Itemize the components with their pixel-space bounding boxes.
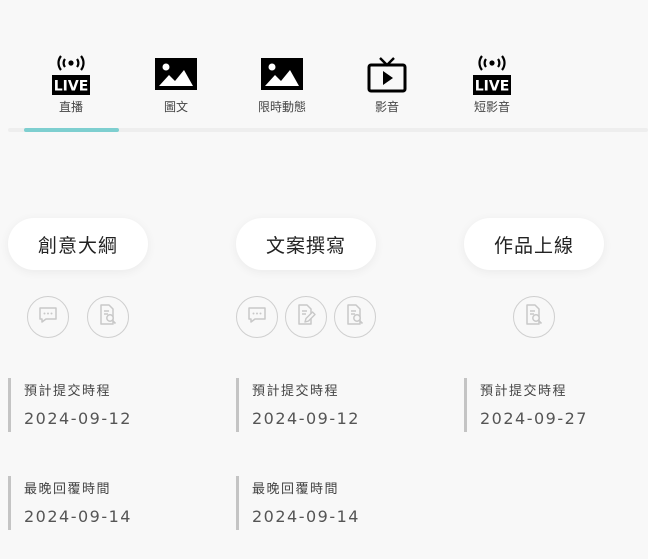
deadline-date: 2024-09-12 (252, 409, 360, 428)
deadline-info: 預計提交時程 2024-09-12 (236, 378, 419, 432)
deadline-info: 預計提交時程 2024-09-27 (464, 378, 647, 432)
review-document-button[interactable] (334, 296, 376, 338)
deadline-label: 預計提交時程 (252, 384, 340, 399)
reply-date: 2024-09-14 (24, 507, 132, 526)
document-edit-icon (296, 304, 316, 330)
reply-info: 最晚回覆時間 2024-09-14 (8, 476, 191, 530)
stage-actions (8, 296, 188, 338)
comment-button[interactable] (236, 296, 278, 338)
reply-info: 最晚回覆時間 2024-09-14 (236, 476, 419, 530)
review-document-button[interactable] (513, 296, 555, 338)
document-search-icon (524, 304, 544, 330)
reply-label: 最晚回覆時間 (252, 482, 340, 497)
reply-label: 最晚回覆時間 (24, 482, 112, 497)
document-search-icon (98, 304, 118, 330)
stage-title: 文案撰寫 (236, 218, 376, 270)
deadline-label: 預計提交時程 (24, 384, 112, 399)
deadline-label: 預計提交時程 (480, 384, 568, 399)
stage-title: 創意大綱 (8, 218, 148, 270)
stage-actions (236, 296, 416, 338)
deadline-date: 2024-09-27 (480, 409, 588, 428)
reply-date: 2024-09-14 (252, 507, 360, 526)
stage-title: 作品上線 (464, 218, 604, 270)
deadline-date: 2024-09-12 (24, 409, 132, 428)
stage-copywriting: 文案撰寫 預計提交時程 2024-09-12 最晚回覆時間 2024-09-14 (236, 0, 436, 559)
document-search-icon (345, 304, 365, 330)
stage-creative-outline: 創意大綱 預計提交時程 2024-09-12 最晚回覆時間 2024-09-14 (8, 0, 208, 559)
stage-actions (464, 296, 644, 338)
edit-document-button[interactable] (285, 296, 327, 338)
deadline-info: 預計提交時程 2024-09-12 (8, 378, 191, 432)
comment-button[interactable] (27, 296, 69, 338)
comment-icon (247, 306, 267, 328)
review-document-button[interactable] (87, 296, 129, 338)
stage-go-live: 作品上線 預計提交時程 2024-09-27 (464, 0, 648, 559)
comment-icon (38, 306, 58, 328)
